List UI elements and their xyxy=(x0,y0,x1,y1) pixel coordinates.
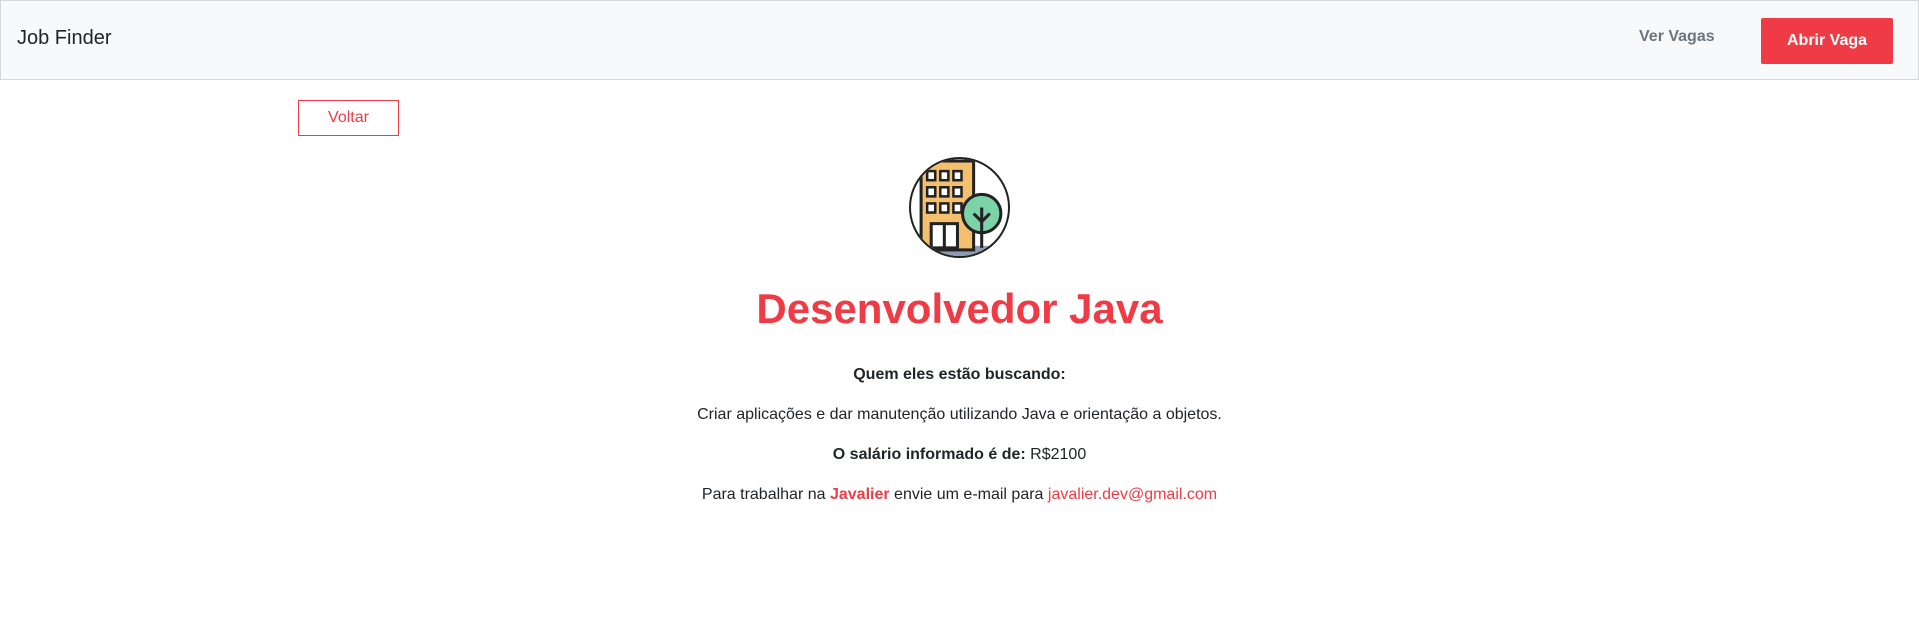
company-name: Javalier xyxy=(829,486,890,503)
back-button[interactable]: Voltar xyxy=(298,100,399,136)
job-title: Desenvolvedor Java xyxy=(756,285,1163,332)
looking-for-heading: Quem eles estão buscando: xyxy=(853,366,1066,383)
salary-line: O salário informado é de: R$2100 xyxy=(0,446,1919,464)
contact-middle: envie um e-mail para xyxy=(894,486,1044,503)
building-with-tree-icon xyxy=(909,157,1010,258)
salary-value: R$2100 xyxy=(1030,446,1087,463)
navbar: Job Finder Ver Vagas Abrir Vaga xyxy=(0,0,1919,80)
contact-prefix: Para trabalhar na xyxy=(701,486,826,503)
abrir-vaga-button[interactable]: Abrir Vaga xyxy=(1761,18,1893,64)
contact-line: Para trabalhar na Javalier envie um e-ma… xyxy=(0,486,1919,504)
email-link[interactable]: javalier.dev@gmail.com xyxy=(1048,486,1217,503)
salary-label: O salário informado é de: xyxy=(832,446,1026,463)
ver-vagas-link[interactable]: Ver Vagas xyxy=(1639,28,1715,46)
job-description: Criar aplicações e dar manutenção utiliz… xyxy=(697,406,1222,423)
brand-logo[interactable]: Job Finder xyxy=(17,27,112,50)
